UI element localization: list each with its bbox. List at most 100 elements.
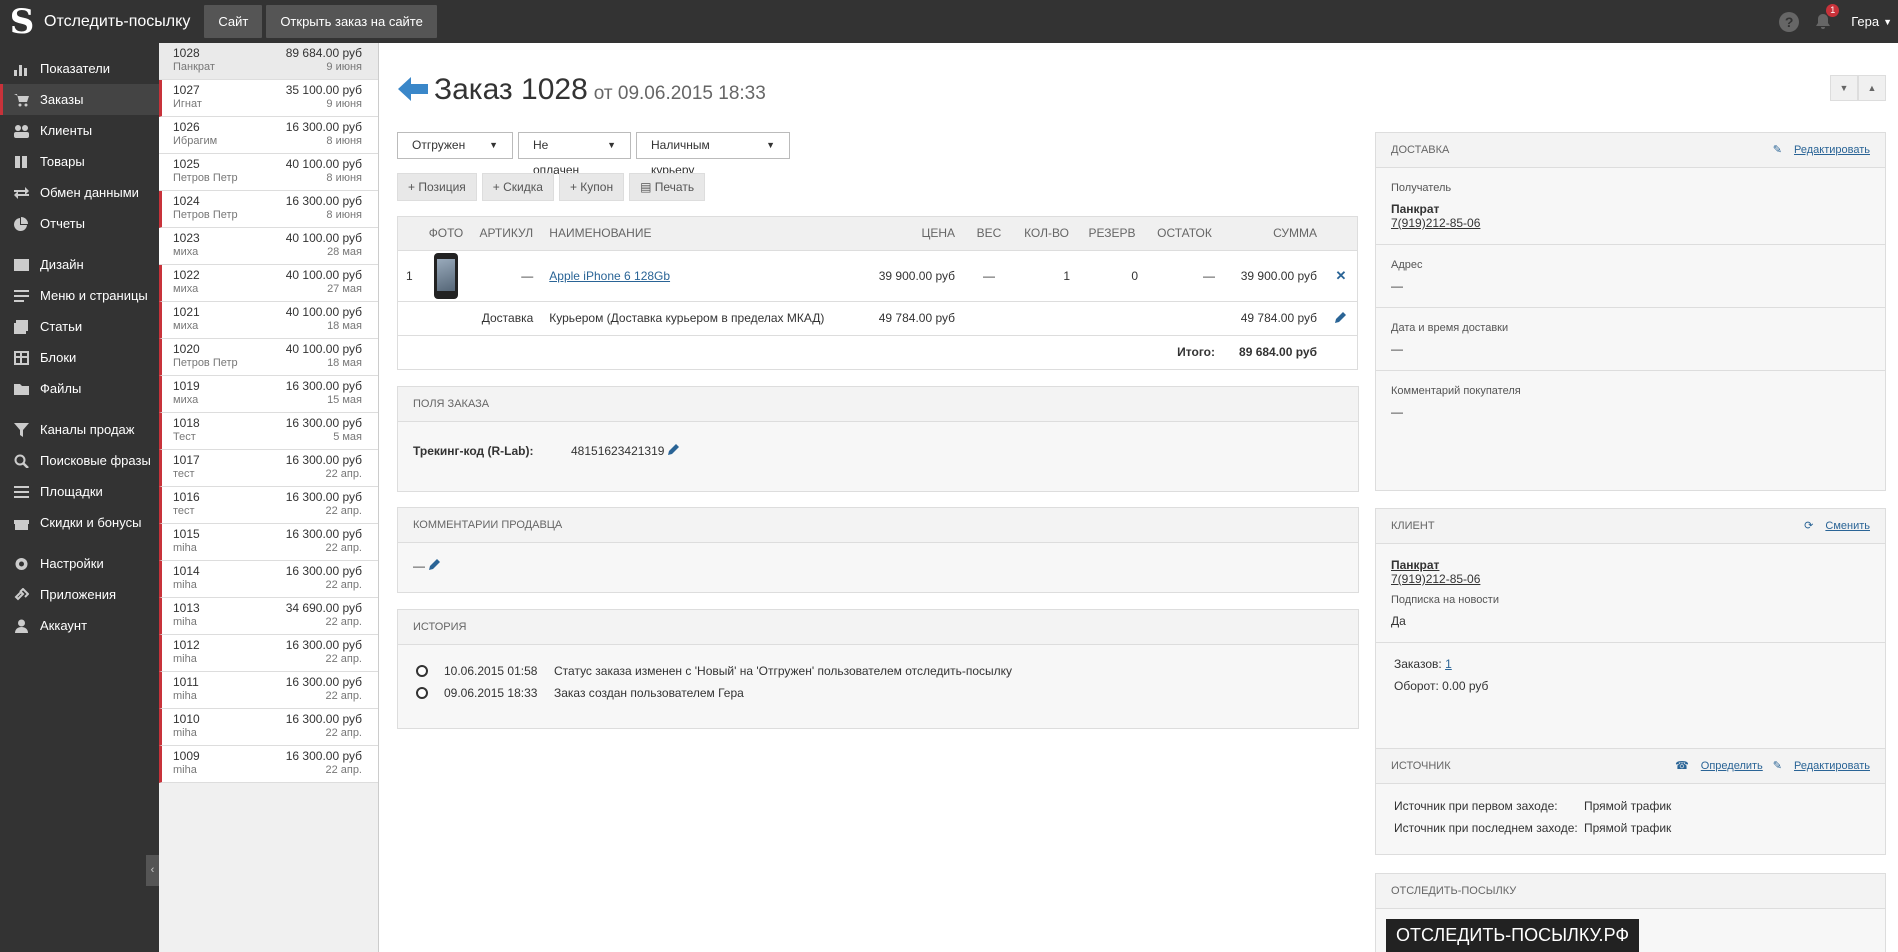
open-order-on-site-button[interactable]: Открыть заказ на сайте <box>266 5 437 38</box>
sidebar-item-articles[interactable]: Статьи <box>0 311 159 342</box>
notifications-bell-icon[interactable]: 1 <box>1813 3 1840 32</box>
sidebar-item-clients[interactable]: Клиенты <box>0 115 159 146</box>
order-list-item[interactable]: 1018 16 300.00 руб Тест 5 мая <box>159 413 378 450</box>
order-list-item[interactable]: 1015 16 300.00 руб miha 22 апр. <box>159 524 378 561</box>
total-row: Итого: 89 684.00 руб <box>398 335 1357 369</box>
order-list-item[interactable]: 1010 16 300.00 руб miha 22 апр. <box>159 709 378 746</box>
product-link[interactable]: Apple iPhone 6 128Gb <box>549 269 670 283</box>
order-customer: Ибрагим <box>173 135 218 147</box>
remove-item-icon[interactable]: ✕ <box>1336 268 1347 283</box>
page-title: Заказ 1028 от 09.06.2015 18:33 <box>434 73 766 107</box>
order-list-item[interactable]: 1023 40 100.00 руб миха 28 мая <box>159 228 378 265</box>
sidebar-item-files[interactable]: Файлы <box>0 373 159 404</box>
collapse-sidebar-button[interactable]: ‹ <box>146 855 159 886</box>
order-date: 22 апр. <box>325 505 362 517</box>
sidebar-item-dashboard[interactable]: Показатели <box>0 53 159 84</box>
order-list-item[interactable]: 1011 16 300.00 руб miha 22 апр. <box>159 672 378 709</box>
add-discount-button[interactable]: + Скидка <box>481 173 554 201</box>
site-button[interactable]: Сайт <box>204 5 263 38</box>
order-date: 22 апр. <box>325 468 362 480</box>
detect-source-link[interactable]: Определить <box>1701 760 1763 772</box>
order-date: 18 мая <box>327 357 362 369</box>
expand-down-button[interactable]: ▼ <box>1830 75 1858 101</box>
order-list-item[interactable]: 1020 40 100.00 руб Петров Петр 18 мая <box>159 339 378 376</box>
delivery-row: Доставка Курьером (Доставка курьером в п… <box>398 301 1357 336</box>
order-list-item[interactable]: 1012 16 300.00 руб miha 22 апр. <box>159 635 378 672</box>
order-list-item[interactable]: 1019 16 300.00 руб миха 15 мая <box>159 376 378 413</box>
edit-pencil-icon[interactable] <box>429 558 441 570</box>
order-sum: 16 300.00 руб <box>285 453 362 467</box>
order-list-item[interactable]: 1014 16 300.00 руб miha 22 апр. <box>159 561 378 598</box>
edit-pencil-icon[interactable] <box>668 443 680 455</box>
item-qty[interactable]: 1 <box>1015 250 1078 302</box>
edit-pencil-icon[interactable] <box>1335 311 1347 323</box>
sidebar-item-apps[interactable]: Приложения <box>0 579 159 610</box>
recipient-phone-link[interactable]: 7(919)212-85-06 <box>1391 216 1480 230</box>
tracking-brand-banner[interactable]: ОТСЛЕДИТЬ-ПОСЫЛКУ.РФ <box>1386 919 1640 952</box>
order-list-item[interactable]: 1024 16 300.00 руб Петров Петр 8 июня <box>159 191 378 228</box>
sidebar-item-label: Обмен данными <box>40 185 139 200</box>
order-id: 1010 <box>173 712 200 726</box>
add-position-button[interactable]: + Позиция <box>397 173 477 201</box>
order-list-item[interactable]: 1022 40 100.00 руб миха 27 мая <box>159 265 378 302</box>
order-list-item[interactable]: 1026 16 300.00 руб Ибрагим 8 июня <box>159 117 378 154</box>
sidebar-item-products[interactable]: Товары <box>0 146 159 177</box>
change-client-link[interactable]: Сменить <box>1825 520 1870 532</box>
panel-title: ПОЛЯ ЗАКАЗА <box>413 398 490 410</box>
recipient-name: Панкрат <box>1391 202 1440 216</box>
order-list-item[interactable]: 1027 35 100.00 руб Игнат 9 июня <box>159 80 378 117</box>
sidebar-item-settings[interactable]: Настройки <box>0 548 159 579</box>
recipient-label: Получатель <box>1391 182 1452 194</box>
add-coupon-button[interactable]: + Купон <box>558 173 625 201</box>
sidebar-item-account[interactable]: Аккаунт <box>0 610 159 641</box>
payment-method-value: Наличным курьеру <box>651 138 710 177</box>
item-number: 1 <box>398 250 421 302</box>
sidebar-item-blocks[interactable]: Блоки <box>0 342 159 373</box>
product-photo[interactable] <box>433 252 458 299</box>
search-icon <box>13 454 30 468</box>
folder-icon <box>13 382 30 396</box>
sidebar-item-orders[interactable]: Заказы <box>0 84 159 115</box>
order-list-item[interactable]: 1025 40 100.00 руб Петров Петр 8 июня <box>159 154 378 191</box>
payment-method-select[interactable]: Наличным курьеру ▼ <box>636 132 790 177</box>
sidebar-item-reports[interactable]: Отчеты <box>0 208 159 239</box>
sidebar-item-discounts[interactable]: Скидки и бонусы <box>0 507 159 538</box>
first-source-value: Прямой трафик <box>1584 799 1672 813</box>
print-button[interactable]: ▤ Печать <box>629 173 706 201</box>
sidebar-item-sales-channels[interactable]: Каналы продаж <box>0 414 159 445</box>
app-logo-icon[interactable]: S <box>0 0 44 43</box>
chevron-down-icon[interactable]: ▼ <box>1883 17 1892 27</box>
edit-source-link[interactable]: Редактировать <box>1794 760 1870 772</box>
order-list-item[interactable]: 1009 16 300.00 руб miha 22 апр. <box>159 746 378 783</box>
sidebar-item-menus-pages[interactable]: Меню и страницы <box>0 280 159 311</box>
user-menu[interactable]: Гера <box>1851 14 1879 29</box>
payment-status-select[interactable]: Не оплачен ▼ <box>518 132 631 177</box>
panel-title: КОММЕНТАРИИ ПРОДАВЦА <box>413 519 563 531</box>
order-list-item[interactable]: 1028 89 684.00 руб Панкрат 9 июня <box>159 43 378 80</box>
delivery-datetime-label: Дата и время доставки <box>1391 322 1509 334</box>
chevron-down-icon: ▼ <box>607 140 616 150</box>
sidebar-item-exchange[interactable]: Обмен данными <box>0 177 159 208</box>
order-list-item[interactable]: 1017 16 300.00 руб тест 22 апр. <box>159 450 378 487</box>
col-article: АРТИКУЛ <box>471 217 542 251</box>
sidebar-item-platforms[interactable]: Площадки <box>0 476 159 507</box>
order-id: 1027 <box>173 83 200 97</box>
timeline-dot-icon <box>416 665 428 677</box>
edit-delivery-link[interactable]: Редактировать <box>1794 144 1870 156</box>
sidebar-item-search-phrases[interactable]: Поисковые фразы <box>0 445 159 476</box>
sidebar-item-design[interactable]: Дизайн <box>0 249 159 280</box>
client-phone-link[interactable]: 7(919)212-85-06 <box>1391 572 1870 586</box>
orders-count-label: Заказов: <box>1394 657 1442 671</box>
order-list-item[interactable]: 1013 34 690.00 руб miha 22 апр. <box>159 598 378 635</box>
client-name-link[interactable]: Панкрат <box>1391 558 1870 572</box>
order-customer: миха <box>173 283 199 295</box>
order-list-item[interactable]: 1016 16 300.00 руб тест 22 апр. <box>159 487 378 524</box>
orders-count-link[interactable]: 1 <box>1445 657 1452 671</box>
help-icon[interactable]: ? <box>1779 11 1800 32</box>
order-status-select[interactable]: Отгружен ▼ <box>397 132 513 159</box>
collapse-up-button[interactable]: ▲ <box>1858 75 1886 101</box>
back-arrow-icon[interactable] <box>398 77 428 101</box>
order-list-item[interactable]: 1021 40 100.00 руб миха 18 мая <box>159 302 378 339</box>
phone-icon: ☎ <box>1675 760 1689 772</box>
book-icon <box>13 155 30 169</box>
